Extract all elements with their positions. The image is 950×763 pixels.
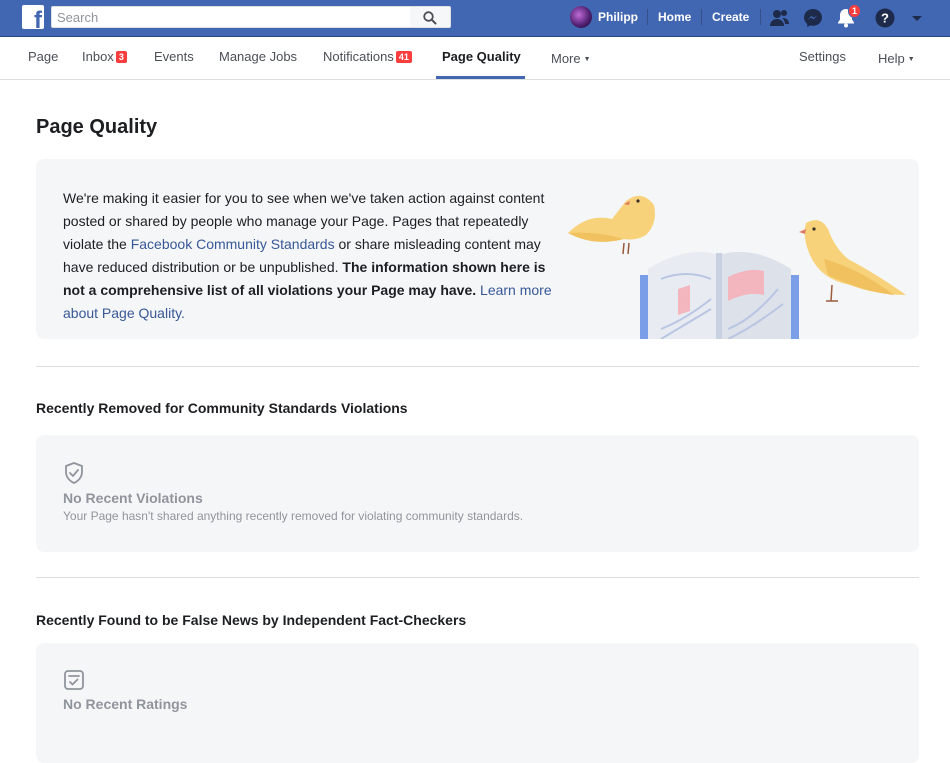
chevron-down-icon: ▼: [583, 56, 591, 63]
create-link[interactable]: Create: [712, 10, 749, 24]
tab-notifications[interactable]: Notifications 41: [323, 49, 412, 64]
svg-text:?: ?: [881, 11, 889, 26]
active-tab-indicator: [436, 76, 525, 79]
inbox-badge: 3: [115, 51, 127, 63]
false-news-status-card: No Recent Ratings: [36, 643, 919, 763]
search-button[interactable]: [410, 6, 451, 28]
chevron-down-icon: ▼: [907, 56, 915, 63]
search-icon: [423, 11, 437, 25]
facebook-logo[interactable]: f: [22, 5, 44, 29]
tab-page-quality[interactable]: Page Quality: [442, 49, 521, 64]
checklist-icon: [64, 670, 84, 690]
profile-link[interactable]: Philipp: [570, 6, 638, 28]
section-divider: [36, 577, 919, 578]
friends-icon[interactable]: [769, 7, 791, 29]
avatar: [570, 6, 592, 28]
status-heading: No Recent Violations: [63, 490, 203, 506]
community-standards-status-card: No Recent Violations Your Page hasn't sh…: [36, 435, 919, 552]
page-title: Page Quality: [36, 116, 158, 138]
status-heading: No Recent Ratings: [63, 696, 188, 712]
intro-card: We're making it easier for you to see wh…: [36, 159, 919, 339]
section-title-false-news: Recently Found to be False News by Indep…: [36, 612, 467, 628]
divider: [760, 9, 761, 25]
page-tabs-bar: Page Inbox 3 Events Manage Jobs Notificat…: [0, 37, 950, 80]
tab-inbox[interactable]: Inbox 3: [82, 49, 127, 64]
search-input[interactable]: [51, 6, 411, 28]
tab-page[interactable]: Page: [28, 49, 58, 64]
divider: [701, 9, 702, 25]
profile-name: Philipp: [598, 10, 638, 24]
community-standards-link[interactable]: Facebook Community Standards: [131, 236, 335, 252]
tab-events[interactable]: Events: [154, 49, 194, 64]
section-title-community-standards: Recently Removed for Community Standards…: [36, 400, 408, 416]
birds-book-illustration: [568, 195, 906, 339]
status-description: Your Page hasn't shared anything recentl…: [63, 509, 524, 523]
settings-link[interactable]: Settings: [799, 49, 846, 64]
section-divider: [36, 366, 919, 367]
messenger-icon[interactable]: [802, 7, 824, 29]
notifications-tab-badge: 41: [395, 51, 412, 63]
divider: [647, 9, 648, 25]
notifications-badge: 1: [848, 4, 862, 18]
top-navigation-bar: f Philipp Home Create 1 ?: [0, 0, 950, 37]
help-menu[interactable]: Help ▼: [878, 51, 915, 66]
tab-manage-jobs[interactable]: Manage Jobs: [219, 49, 297, 64]
shield-check-icon: [65, 462, 83, 484]
tab-more[interactable]: More ▼: [551, 51, 591, 66]
help-icon[interactable]: ?: [874, 7, 896, 29]
account-menu-icon[interactable]: [906, 7, 928, 29]
intro-text: We're making it easier for you to see wh…: [63, 190, 552, 321]
home-link[interactable]: Home: [658, 10, 691, 24]
